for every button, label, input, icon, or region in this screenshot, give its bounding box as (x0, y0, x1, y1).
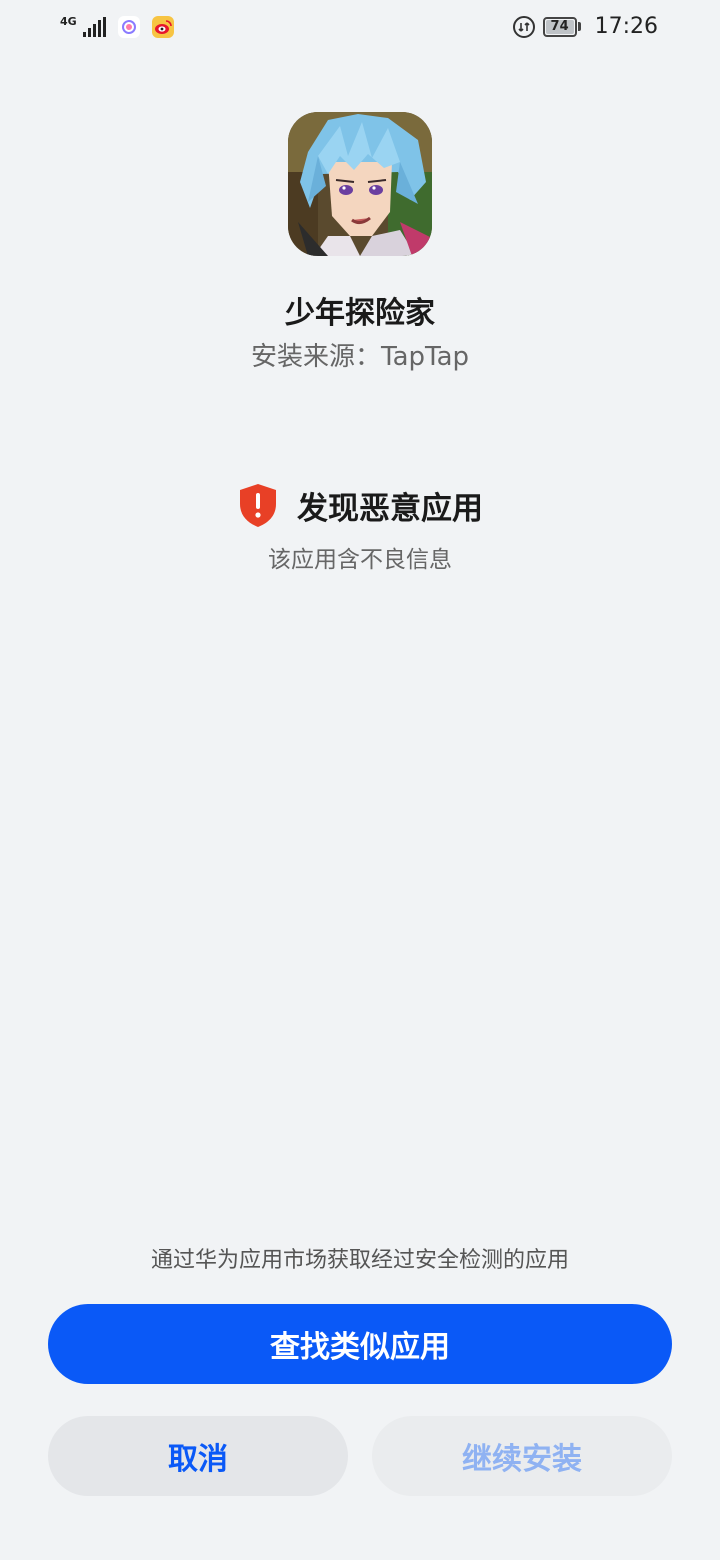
cancel-button[interactable]: 取消 (48, 1416, 348, 1496)
browser-notification-icon (117, 16, 140, 38)
warning-header: 发现恶意应用 (0, 482, 720, 528)
safety-hint: 通过华为应用市场获取经过安全检测的应用 (150, 1248, 569, 1273)
install-source: 安装来源：TapTap (250, 342, 470, 372)
install-warning-screen: 4G 74 17:26 少年探险家 安装来源：TapTap 发现恶意应用 该应用… (0, 0, 720, 1560)
weibo-notification-icon (151, 16, 174, 38)
find-similar-apps-button[interactable]: 查找类似应用 (48, 1304, 672, 1384)
battery-icon: 74 (542, 16, 581, 37)
signal-icon (82, 17, 106, 37)
app-icon (288, 112, 432, 256)
battery-level: 74 (545, 19, 574, 34)
status-bar-right: 74 17:26 (512, 14, 658, 39)
status-bar-left: 4G (60, 14, 174, 38)
shield-alert-icon (240, 484, 276, 527)
app-name: 少年探险家 (285, 296, 435, 331)
continue-install-button[interactable]: 继续安装 (372, 1416, 672, 1496)
clock: 17:26 (594, 14, 658, 39)
data-saver-icon (512, 15, 535, 38)
network-type-label: 4G (60, 14, 77, 28)
warning-subtitle: 该应用含不良信息 (268, 547, 452, 573)
status-bar: 4G 74 17:26 (0, 0, 720, 58)
warning-title: 发现恶意应用 (297, 490, 483, 527)
